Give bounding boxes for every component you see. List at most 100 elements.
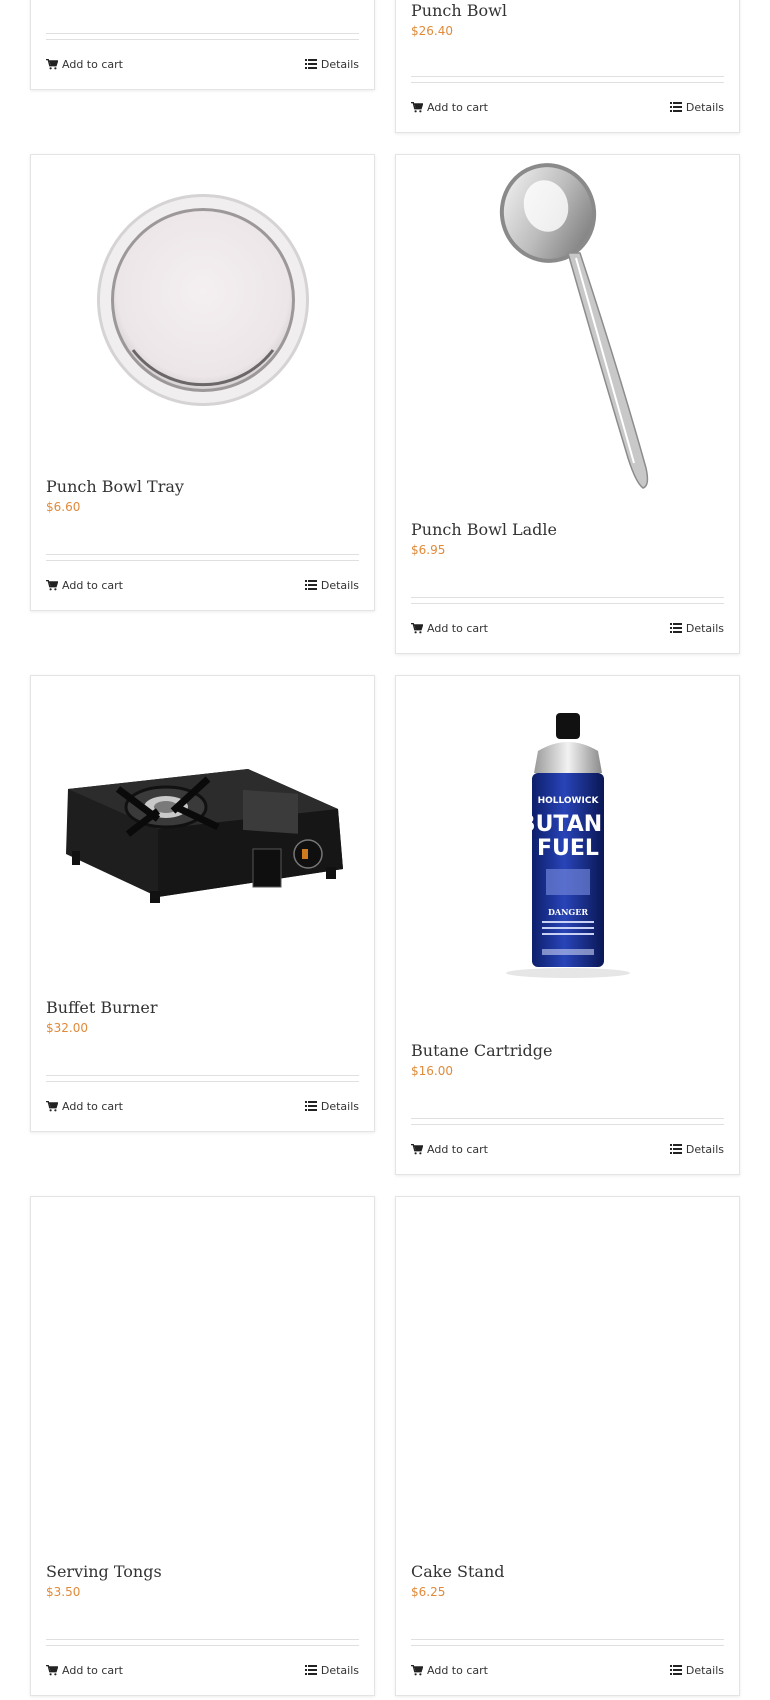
product-card: Punch Bowl Tray $6.60 Add to cart Detail… [30,154,375,611]
ladle-image [499,162,648,489]
cart-icon [46,58,58,69]
product-title[interactable]: Butane Cartridge [411,1041,724,1060]
details-label: Details [320,1663,359,1677]
product-price: $16.00 [411,1064,453,1078]
burner-image [65,768,343,903]
list-icon [304,59,317,69]
add-to-cart-label: Add to cart [427,621,488,635]
product-card: Cake Stand $6.25 Add to cart Details [395,1196,740,1696]
tray-image [96,194,309,406]
details-button[interactable]: Details [304,578,359,592]
product-title[interactable]: Buffet Burner [46,998,359,1017]
product-title[interactable]: Serving Tongs [46,1562,359,1581]
add-to-cart-button[interactable]: Add to cart [46,1100,123,1113]
divider [411,597,724,604]
add-to-cart-button[interactable]: Add to cart [46,579,123,592]
divider [46,554,359,561]
product-title[interactable]: Punch Bowl Tray [46,477,359,496]
product-card: Punch Bowl Ladle $6.95 Add to cart Detai… [395,154,740,654]
add-to-cart-label: Add to cart [427,100,488,114]
product-image[interactable] [31,1197,374,1542]
divider [411,76,724,83]
details-button[interactable]: Details [669,100,724,114]
list-icon [669,1665,682,1675]
product-image[interactable] [31,676,374,981]
product-price: $6.95 [411,543,446,557]
product-actions: Add to cart Details [46,1662,359,1678]
cart-icon [411,101,423,112]
product-price: $26.40 [411,24,453,38]
add-to-cart-button[interactable]: Add to cart [411,101,488,114]
product-card: Add to cart Details [30,0,375,90]
product-actions: Add to cart Details [411,99,724,115]
add-to-cart-button[interactable]: Add to cart [411,1143,488,1156]
cart-icon [46,1664,58,1675]
add-to-cart-label: Add to cart [62,1099,123,1113]
product-price: $32.00 [46,1021,88,1035]
add-to-cart-label: Add to cart [62,578,123,592]
cart-icon [411,1143,423,1154]
product-price: $6.60 [46,500,81,514]
product-price: $3.50 [46,1585,81,1599]
add-to-cart-label: Add to cart [62,1663,123,1677]
details-label: Details [685,621,724,635]
add-to-cart-label: Add to cart [427,1142,488,1156]
details-label: Details [320,1099,359,1113]
details-label: Details [685,100,724,114]
add-to-cart-label: Add to cart [62,57,123,71]
list-icon [669,102,682,112]
list-icon [304,1101,317,1111]
butane-can-image: HOLLOWICK BUTANE FUEL DANGER [505,713,630,978]
add-to-cart-label: Add to cart [427,1663,488,1677]
product-card: HOLLOWICK BUTANE FUEL DANGER Butane Cart… [395,675,740,1175]
add-to-cart-button[interactable]: Add to cart [411,1664,488,1677]
cart-icon [46,579,58,590]
list-icon [304,1665,317,1675]
product-actions: Add to cart Details [411,620,724,636]
divider [411,1639,724,1646]
divider [46,33,359,40]
details-button[interactable]: Details [304,1099,359,1113]
product-actions: Add to cart Details [411,1662,724,1678]
product-image[interactable] [396,1197,739,1542]
details-label: Details [685,1142,724,1156]
list-icon [304,580,317,590]
product-title[interactable]: Cake Stand [411,1562,724,1581]
product-actions: Add to cart Details [46,577,359,593]
can-warning: DANGER [547,907,587,917]
details-button[interactable]: Details [304,1663,359,1677]
product-image[interactable] [31,155,374,445]
details-button[interactable]: Details [669,621,724,635]
details-button[interactable]: Details [669,1663,724,1677]
product-card: Buffet Burner $32.00 Add to cart Details [30,675,375,1132]
product-actions: Add to cart Details [46,1098,359,1114]
details-button[interactable]: Details [304,57,359,71]
product-card: Serving Tongs $3.50 Add to cart Details [30,1196,375,1696]
product-actions: Add to cart Details [46,56,359,72]
can-title-line2: FUEL [537,836,599,861]
product-actions: Add to cart Details [411,1141,724,1157]
product-price: $6.25 [411,1585,446,1599]
product-image[interactable] [396,155,739,500]
details-button[interactable]: Details [669,1142,724,1156]
list-icon [669,1144,682,1154]
product-image[interactable]: HOLLOWICK BUTANE FUEL DANGER [396,676,739,1016]
divider [411,1118,724,1125]
divider [46,1075,359,1082]
details-label: Details [685,1663,724,1677]
add-to-cart-button[interactable]: Add to cart [46,58,123,71]
details-label: Details [320,57,359,71]
list-icon [669,623,682,633]
cart-icon [411,1664,423,1675]
product-title[interactable]: Punch Bowl [411,1,724,20]
details-label: Details [320,578,359,592]
cart-icon [46,1100,58,1111]
add-to-cart-button[interactable]: Add to cart [411,622,488,635]
cart-icon [411,622,423,633]
add-to-cart-button[interactable]: Add to cart [46,1664,123,1677]
can-title-line1: BUTANE [518,812,616,837]
can-brand: HOLLOWICK [537,796,599,806]
product-card: Punch Bowl $26.40 Add to cart Details [395,0,740,133]
divider [46,1639,359,1646]
product-title[interactable]: Punch Bowl Ladle [411,520,724,539]
